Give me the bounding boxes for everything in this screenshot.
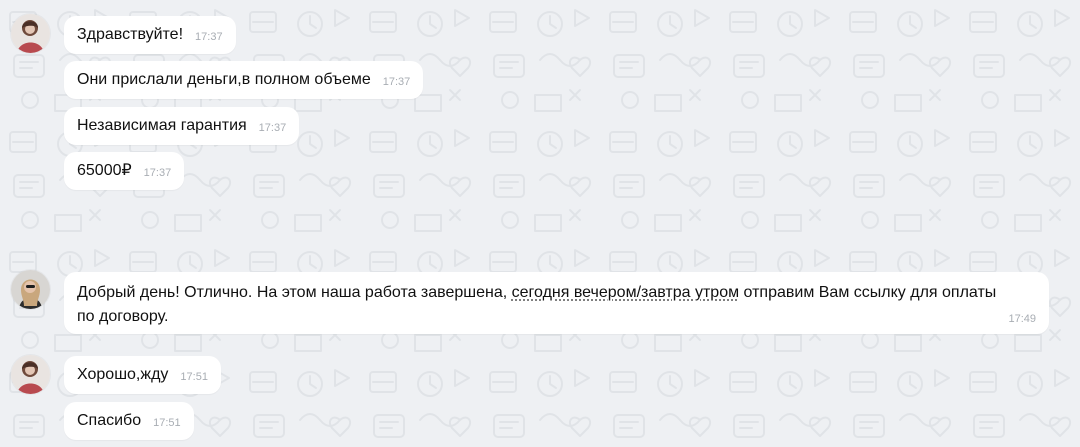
message-bubble[interactable]: Независимая гарантия 17:37 <box>64 107 300 145</box>
message-bubble[interactable]: Добрый день! Отлично. На этом наша работ… <box>64 272 1049 334</box>
message-bubble[interactable]: Спасибо 17:51 <box>64 402 194 440</box>
message-bubble[interactable]: Здравствуйте! 17:37 <box>64 16 236 54</box>
user-avatar-icon <box>11 270 50 309</box>
avatar[interactable] <box>11 14 50 53</box>
message-text: Добрый день! Отлично. На этом наша работ… <box>77 281 1017 329</box>
message-timestamp: 17:49 <box>1008 313 1036 325</box>
avatar[interactable] <box>11 355 50 394</box>
message-bubble[interactable]: Они прислали деньги,в полном объеме 17:3… <box>64 61 424 99</box>
message-text-link[interactable]: сегодня вечером/завтра утром <box>512 284 739 301</box>
message-timestamp: 17:37 <box>258 121 287 134</box>
message-timestamp: 17:37 <box>382 75 411 88</box>
message-timestamp: 17:37 <box>195 30 223 43</box>
message-text: Независимая гарантия <box>77 117 247 134</box>
message-timestamp: 17:37 <box>143 166 172 179</box>
message-text: 65000₽ <box>77 162 132 179</box>
user-avatar-icon <box>11 14 50 53</box>
message-timestamp: 17:51 <box>180 370 208 383</box>
message-text: Здравствуйте! <box>77 26 184 43</box>
message-text-part: Добрый день! Отлично. На этом наша работ… <box>77 284 512 301</box>
user-avatar-icon <box>11 355 50 394</box>
message-timestamp: 17:51 <box>153 416 181 429</box>
message-bubble[interactable]: Хорошо,жду 17:51 <box>64 356 221 394</box>
message-text: Они прислали деньги,в полном объеме <box>77 71 371 88</box>
message-text: Спасибо <box>77 412 142 429</box>
chat-message-list: Здравствуйте! 17:37 Они прислали деньги,… <box>0 0 1080 447</box>
message-text: Хорошо,жду <box>77 366 169 383</box>
avatar[interactable] <box>11 270 50 309</box>
message-bubble[interactable]: 65000₽ 17:37 <box>64 152 185 190</box>
